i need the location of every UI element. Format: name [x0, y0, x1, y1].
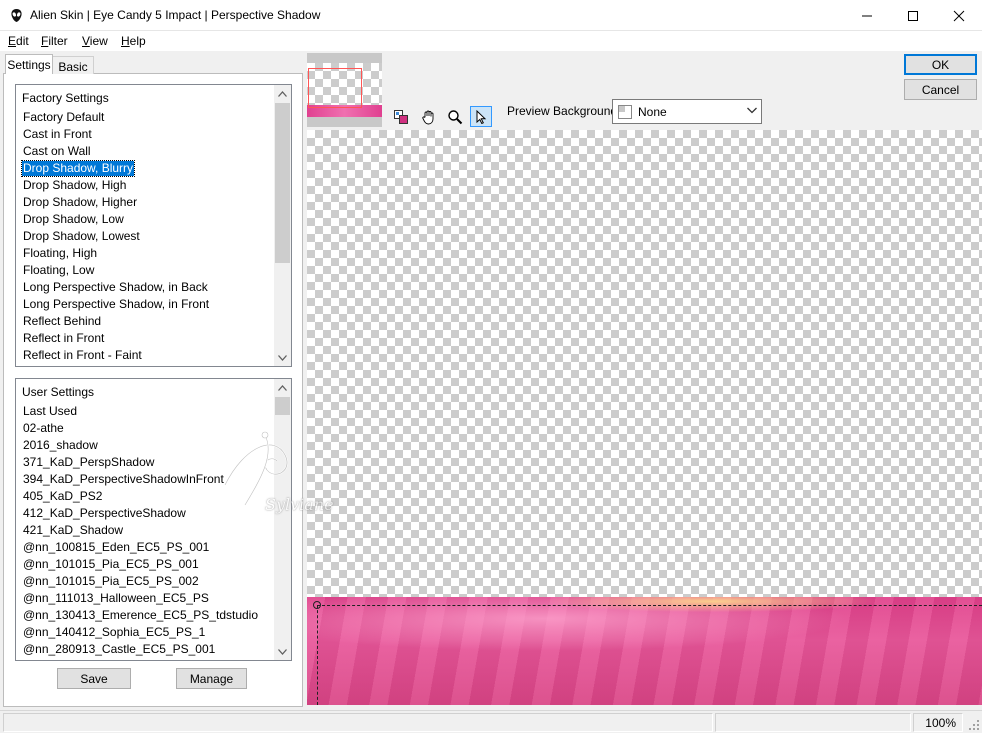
- view-rectangle[interactable]: [308, 68, 362, 108]
- arrow-pointer-icon: [476, 109, 487, 124]
- scroll-up-arrow[interactable]: [274, 379, 291, 396]
- perspective-guide-horizontal[interactable]: [317, 605, 982, 606]
- list-item[interactable]: 394_KaD_PerspectiveShadowInFront: [22, 472, 225, 487]
- factory-settings-scrollbar[interactable]: [274, 85, 291, 366]
- factory-settings-header[interactable]: Factory Settings: [22, 91, 109, 105]
- scroll-down-arrow[interactable]: [274, 349, 291, 366]
- navigator-thumbnail[interactable]: [307, 53, 382, 127]
- title-bar: Alien Skin | Eye Candy 5 Impact | Perspe…: [0, 0, 982, 31]
- menu-view[interactable]: View: [82, 34, 108, 48]
- status-bar: 100%: [0, 710, 982, 733]
- perspective-handle[interactable]: [313, 601, 321, 609]
- close-button[interactable]: [936, 0, 982, 31]
- chevron-down-icon: [278, 648, 287, 655]
- minimize-icon: [862, 15, 872, 16]
- preview-swap-icon: [394, 109, 408, 124]
- menu-view-accel: V: [82, 34, 90, 48]
- menu-edit-label: dit: [16, 34, 29, 48]
- resize-grip-icon[interactable]: [968, 719, 980, 731]
- menu-help-label: elp: [129, 34, 146, 48]
- list-item[interactable]: @nn_140412_Sophia_EC5_PS_1: [22, 625, 206, 640]
- window-title: Alien Skin | Eye Candy 5 Impact | Perspe…: [30, 8, 321, 22]
- list-item[interactable]: 02-athe: [22, 421, 65, 436]
- preview-background-value: None: [638, 105, 667, 119]
- menu-bar: Edit Filter View Help: [0, 31, 982, 51]
- tab-settings[interactable]: Settings: [5, 54, 53, 74]
- close-icon: [953, 10, 965, 21]
- factory-settings-list[interactable]: Factory Settings Factory Default Cast in …: [15, 84, 292, 367]
- alien-skin-app-icon: [11, 9, 22, 22]
- preview-background-select[interactable]: None: [612, 99, 762, 124]
- zoom-level: 100%: [925, 716, 956, 730]
- menu-filter-label: ilter: [48, 34, 68, 48]
- zoom-icon: [448, 109, 463, 124]
- list-item[interactable]: Floating, Low: [22, 263, 95, 278]
- list-item[interactable]: Long Perspective Shadow, in Back: [22, 280, 209, 295]
- menu-edit[interactable]: Edit: [8, 34, 29, 48]
- list-item[interactable]: @nn_101015_Pia_EC5_PS_001: [22, 557, 200, 572]
- list-item[interactable]: Drop Shadow, Low: [22, 212, 125, 227]
- list-item[interactable]: 371_KaD_PerspShadow: [22, 455, 155, 470]
- menu-filter[interactable]: Filter: [41, 34, 68, 48]
- perspective-guide-vertical[interactable]: [317, 605, 318, 705]
- hand-tool-button[interactable]: [418, 106, 440, 127]
- list-item[interactable]: 421_KaD_Shadow: [22, 523, 124, 538]
- status-message-cell: [3, 713, 713, 732]
- save-button[interactable]: Save: [57, 668, 131, 689]
- background-swatch-icon: [618, 105, 632, 119]
- list-item[interactable]: Factory Default: [22, 110, 105, 125]
- zoom-tool-button[interactable]: [444, 106, 466, 127]
- list-item[interactable]: Cast on Wall: [22, 144, 92, 159]
- user-settings-list[interactable]: User Settings Last Used 02-athe 2016_shado…: [15, 378, 292, 661]
- list-item[interactable]: Long Perspective Shadow, in Front: [22, 297, 210, 312]
- list-item[interactable]: Drop Shadow, Lowest: [22, 229, 141, 244]
- scroll-thumb[interactable]: [275, 397, 290, 415]
- status-info-cell: [715, 713, 911, 732]
- list-item[interactable]: Cast in Front: [22, 127, 93, 142]
- user-settings-header[interactable]: User Settings: [22, 385, 94, 399]
- list-item[interactable]: Reflect in Front: [22, 331, 105, 346]
- chevron-down-icon: [278, 354, 287, 361]
- minimize-button[interactable]: [844, 0, 890, 31]
- user-settings-scrollbar[interactable]: [274, 379, 291, 660]
- list-item[interactable]: Reflect Behind: [22, 314, 102, 329]
- menu-help-accel: H: [121, 34, 130, 48]
- manage-button[interactable]: Manage: [176, 668, 247, 689]
- maximize-icon: [908, 10, 918, 21]
- chevron-down-icon: [747, 107, 757, 114]
- list-item[interactable]: Floating, High: [22, 246, 98, 261]
- preview-swap-button[interactable]: [390, 106, 412, 127]
- chevron-up-icon: [278, 384, 287, 391]
- tab-basic[interactable]: Basic: [53, 56, 94, 74]
- list-item[interactable]: @nn_101015_Pia_EC5_PS_002: [22, 574, 200, 589]
- list-item[interactable]: Reflect in Front - Faint: [22, 348, 143, 363]
- list-item[interactable]: @nn_111013_Halloween_EC5_PS: [22, 591, 210, 606]
- list-item[interactable]: 405_KaD_PS2: [22, 489, 103, 504]
- select-tool-button[interactable]: [470, 106, 492, 127]
- scroll-thumb[interactable]: [275, 103, 290, 263]
- status-zoom-cell: 100%: [913, 713, 963, 732]
- list-item[interactable]: @nn_130413_Emerence_EC5_PS_tdstudio: [22, 608, 259, 623]
- scroll-down-arrow[interactable]: [274, 643, 291, 660]
- preview-image-layer: [307, 597, 982, 705]
- list-item[interactable]: Drop Shadow, Blurry: [20, 160, 136, 177]
- scroll-up-arrow[interactable]: [274, 85, 291, 102]
- list-item[interactable]: Drop Shadow, Higher: [22, 195, 138, 210]
- preview-background-label: Preview Background:: [507, 104, 621, 118]
- ok-button[interactable]: OK: [904, 54, 977, 75]
- list-item[interactable]: 2016_shadow: [22, 438, 99, 453]
- preview-canvas[interactable]: [307, 130, 982, 705]
- list-item[interactable]: @nn_280913_Castle_EC5_PS_001: [22, 642, 216, 657]
- maximize-button[interactable]: [890, 0, 936, 31]
- menu-view-label: iew: [89, 34, 108, 48]
- list-item[interactable]: Drop Shadow, High: [22, 178, 127, 193]
- chevron-up-icon: [278, 90, 287, 97]
- cancel-button[interactable]: Cancel: [904, 79, 977, 100]
- list-item[interactable]: 412_KaD_PerspectiveShadow: [22, 506, 187, 521]
- hand-icon: [422, 110, 434, 124]
- menu-help[interactable]: Help: [121, 34, 146, 48]
- menu-edit-accel: E: [8, 34, 17, 48]
- list-item[interactable]: Last Used: [22, 404, 78, 419]
- list-item[interactable]: @nn_100815_Eden_EC5_PS_001: [22, 540, 210, 555]
